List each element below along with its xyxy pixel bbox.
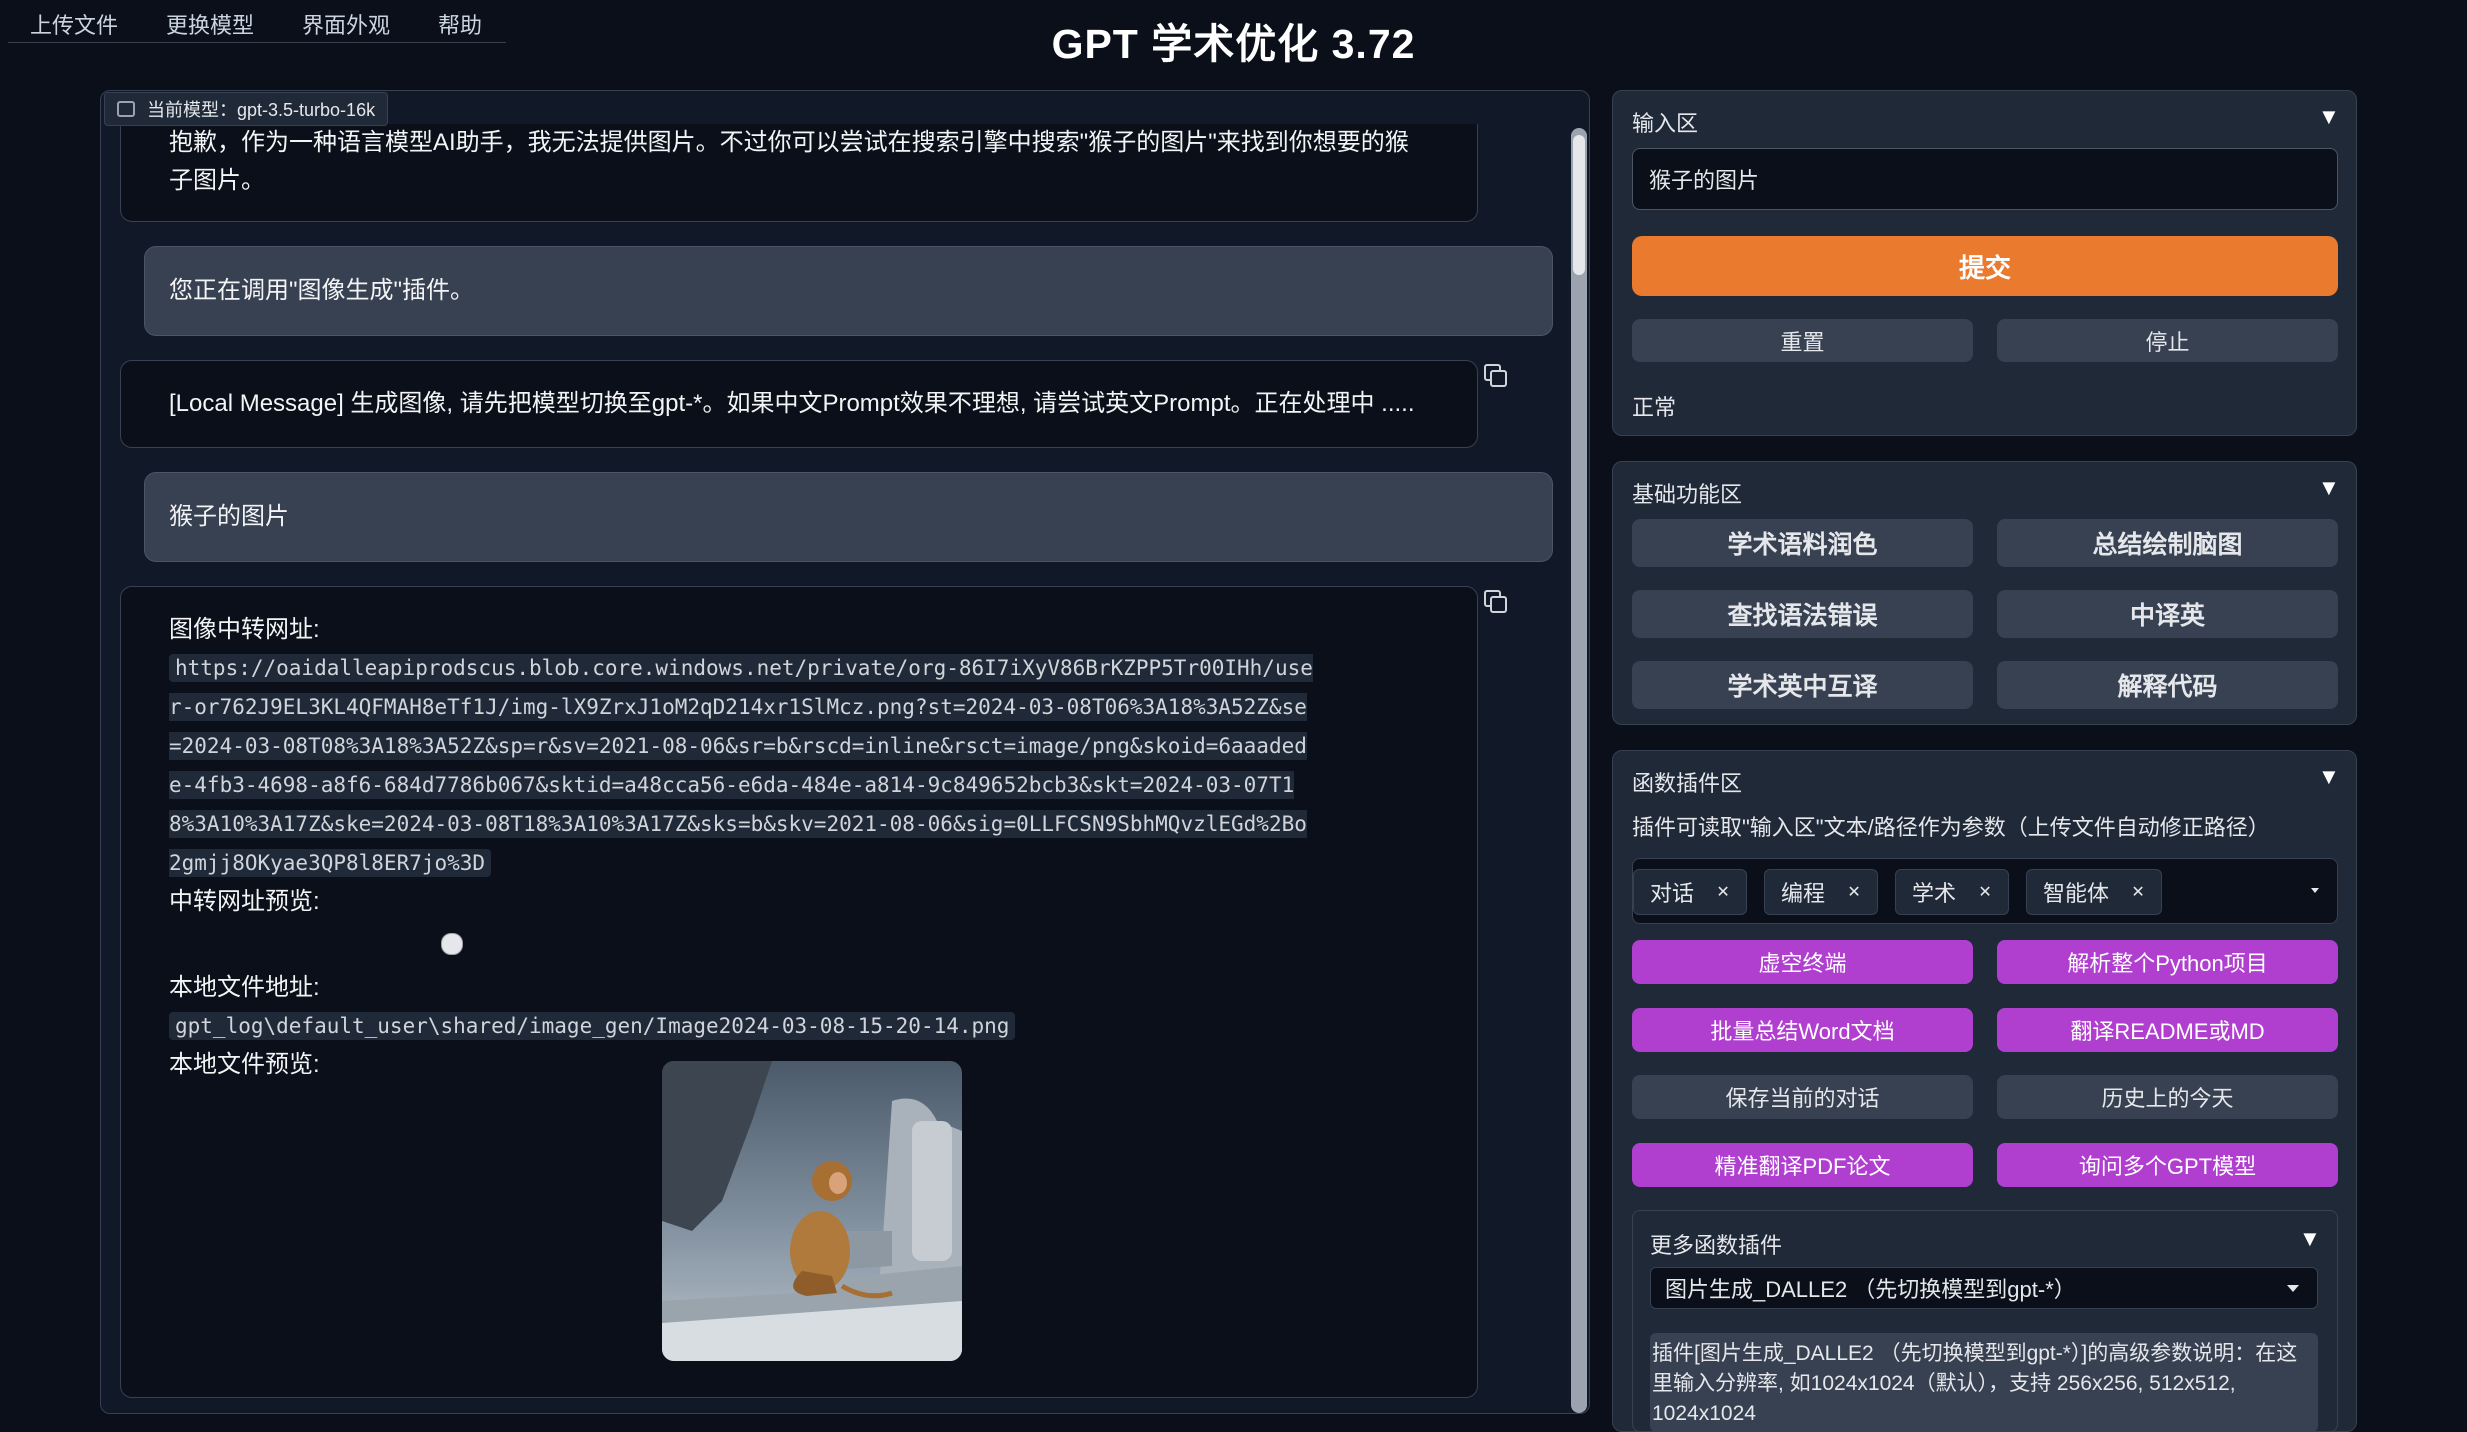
- polish-button[interactable]: 学术语料润色: [1632, 519, 1973, 567]
- chevron-down-icon[interactable]: [2311, 888, 2319, 893]
- remove-icon[interactable]: ✕: [1843, 881, 1865, 903]
- bot-message: 抱歉，作为一种语言模型AI助手，我无法提供图片。不过你可以尝试在搜索引擎中搜索"…: [120, 124, 1478, 222]
- chat-scrollbar-thumb[interactable]: [1571, 128, 1587, 1413]
- filter-chip[interactable]: 编程 ✕: [1764, 869, 1879, 915]
- more-plugins-select[interactable]: 图片生成_DALLE2 （先切换模型到gpt-*）: [1650, 1267, 2318, 1309]
- explain-code-button[interactable]: 解释代码: [1997, 661, 2338, 709]
- collapse-icon[interactable]: ▼: [2318, 475, 2340, 501]
- bot-message: [Local Message] 生成图像, 请先把模型切换至gpt-*。如果中文…: [120, 360, 1478, 448]
- broken-image-icon: [441, 933, 463, 955]
- monkey-image: [662, 1061, 962, 1361]
- chip-label: 学术: [1912, 881, 1957, 906]
- main-input-value: 猴子的图片: [1649, 168, 1760, 193]
- collapse-icon[interactable]: ▼: [2318, 764, 2340, 790]
- result-url-block: https://oaidalleapiprodscus.blob.core.wi…: [169, 649, 1319, 883]
- chevron-down-icon[interactable]: [2287, 1285, 2299, 1292]
- chat-icon: [117, 101, 135, 117]
- chip-label: 智能体: [2043, 881, 2110, 906]
- plugin-filter[interactable]: 对话 ✕ 编程 ✕ 学术 ✕ 智能体 ✕: [1632, 858, 2338, 924]
- zh-en-button[interactable]: 中译英: [1997, 590, 2338, 638]
- main-input[interactable]: 猴子的图片: [1632, 148, 2338, 210]
- app-title: GPT 学术优化 3.72: [1051, 21, 1416, 67]
- mindmap-button[interactable]: 总结绘制脑图: [1997, 519, 2338, 567]
- status-text: 正常: [1632, 395, 1677, 420]
- plugin-button[interactable]: 虚空终端: [1632, 940, 1973, 984]
- plugin-description: 插件可读取"输入区"文本/路径作为参数（上传文件自动修正路径）: [1632, 815, 2270, 840]
- filter-chip[interactable]: 学术 ✕: [1895, 869, 2010, 915]
- copy-icon[interactable]: [1484, 364, 1507, 387]
- submit-button[interactable]: 提交: [1632, 236, 2338, 296]
- plugin-hint: 插件[图片生成_DALLE2 （先切换模型到gpt-*）]的高级参数说明：在这里…: [1650, 1333, 2318, 1432]
- result-local-label: 本地文件地址:: [169, 974, 320, 1001]
- input-panel-title: 输入区: [1632, 111, 1699, 136]
- chip-label: 对话: [1650, 881, 1695, 906]
- filter-chip[interactable]: 对话 ✕: [1633, 869, 1748, 915]
- plugin-button[interactable]: 翻译README或MD: [1997, 1008, 2338, 1052]
- broken-image-placeholder: [169, 921, 1429, 969]
- filter-chip[interactable]: 智能体 ✕: [2026, 869, 2163, 915]
- result-preview-label: 中转网址预览:: [169, 888, 320, 915]
- result-url[interactable]: https://oaidalleapiprodscus.blob.core.wi…: [169, 654, 1313, 877]
- bot-message-text: [Local Message] 生成图像, 请先把模型切换至gpt-*。如果中文…: [169, 390, 1415, 417]
- en-zh-button[interactable]: 学术英中互译: [1632, 661, 1973, 709]
- stop-button[interactable]: 停止: [1997, 319, 2338, 362]
- remove-icon[interactable]: ✕: [2127, 881, 2149, 903]
- model-tag: 当前模型：gpt-3.5-turbo-16k: [104, 92, 389, 126]
- plugin-button[interactable]: 解析整个Python项目: [1997, 940, 2338, 984]
- bot-message-text: 抱歉，作为一种语言模型AI助手，我无法提供图片。不过你可以尝试在搜索引擎中搜索"…: [169, 129, 1409, 194]
- user-message: 您正在调用"图像生成"插件。: [144, 246, 1553, 336]
- grammar-button[interactable]: 查找语法错误: [1632, 590, 1973, 638]
- remove-icon[interactable]: ✕: [1974, 881, 1996, 903]
- user-message-text: 您正在调用"图像生成"插件。: [169, 277, 475, 304]
- user-message: 猴子的图片: [144, 472, 1553, 562]
- plugin-button[interactable]: 精准翻译PDF论文: [1632, 1143, 1973, 1187]
- collapse-icon[interactable]: ▼: [2318, 104, 2340, 130]
- plugin-button[interactable]: 保存当前的对话: [1632, 1075, 1973, 1119]
- more-plugins-title: 更多函数插件: [1650, 1233, 1783, 1258]
- plugin-button[interactable]: 询问多个GPT模型: [1997, 1143, 2338, 1187]
- chat-scrollbar-highlight: [1573, 135, 1585, 275]
- user-message-text: 猴子的图片: [169, 503, 289, 530]
- plugin-panel-title: 函数插件区: [1632, 771, 1743, 796]
- plugin-button[interactable]: 历史上的今天: [1997, 1075, 2338, 1119]
- copy-icon[interactable]: [1484, 590, 1507, 613]
- basic-panel-title: 基础功能区: [1632, 482, 1743, 507]
- result-local-path[interactable]: gpt_log\default_user\shared/image_gen/Im…: [169, 1012, 1016, 1040]
- reset-button[interactable]: 重置: [1632, 319, 1973, 362]
- result-url-label: 图像中转网址:: [169, 616, 320, 643]
- more-plugins-selected: 图片生成_DALLE2 （先切换模型到gpt-*）: [1665, 1277, 2076, 1302]
- collapse-icon[interactable]: ▼: [2299, 1226, 2321, 1252]
- remove-icon[interactable]: ✕: [1712, 881, 1734, 903]
- model-tag-label: 当前模型：gpt-3.5-turbo-16k: [147, 100, 376, 120]
- chip-label: 编程: [1781, 881, 1826, 906]
- plugin-button[interactable]: 批量总结Word文档: [1632, 1008, 1973, 1052]
